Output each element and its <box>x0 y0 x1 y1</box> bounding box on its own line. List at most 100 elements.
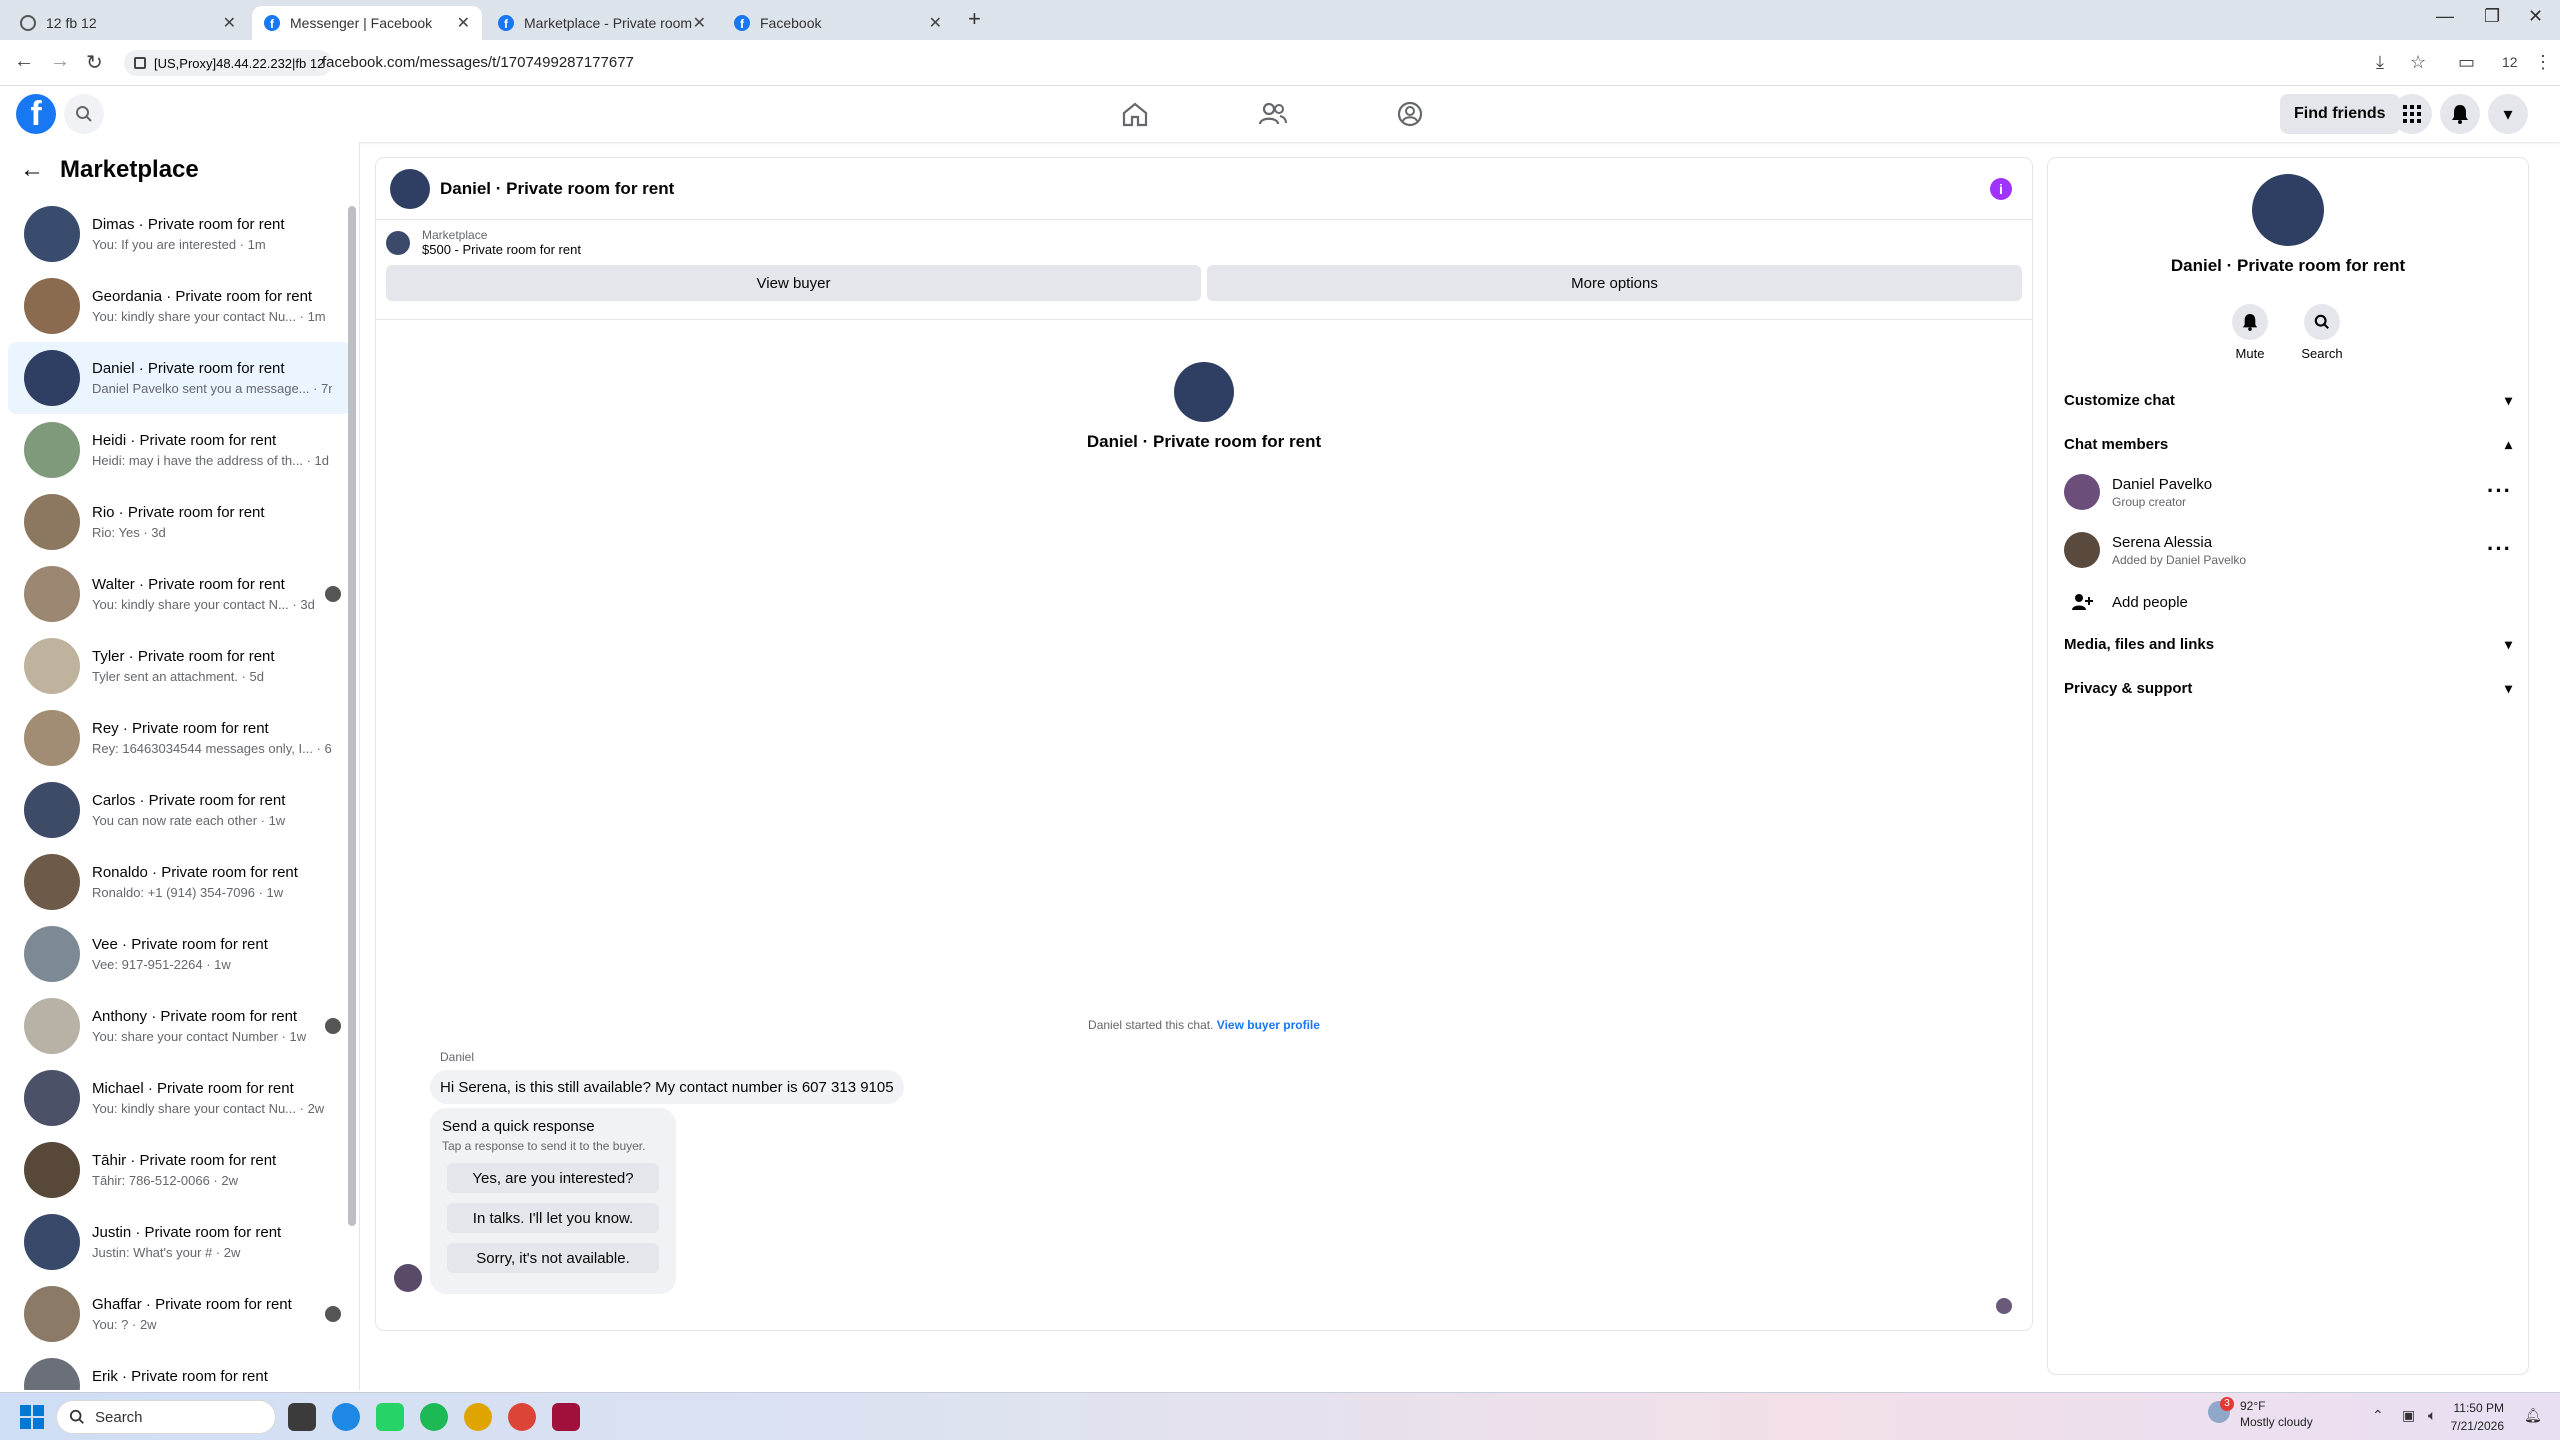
conversation-item[interactable]: Tyler · Private room for rent Tyler sent … <box>8 630 351 702</box>
view-buyer-profile-link[interactable]: View buyer profile <box>1217 1018 1320 1032</box>
taskbar-clock[interactable]: 11:50 PM 7/21/2026 <box>2440 1401 2504 1433</box>
notification-bell-icon[interactable]: 🔔︎ <box>2524 1407 2542 1424</box>
volume-icon[interactable]: 🔈︎ <box>2428 1407 2436 1424</box>
install-icon[interactable]: ⤓ <box>2376 52 2384 73</box>
conversation-item[interactable]: Walter · Private room for rent You: kindl… <box>8 558 351 630</box>
media-files-section[interactable]: Media, files and links ▾ <box>2064 624 2512 664</box>
forward-icon[interactable]: → <box>50 50 70 73</box>
mute-button[interactable]: Mute <box>2220 304 2280 361</box>
listing-price[interactable]: $500 - Private room for rent <box>422 242 581 257</box>
listing-thumbnail[interactable] <box>386 230 410 255</box>
conversation-item[interactable]: Vee · Private room for rent Vee: 917-951-… <box>8 918 351 990</box>
chrome-icon[interactable] <box>508 1403 536 1431</box>
account-dropdown-icon[interactable]: ▾ <box>2488 94 2528 134</box>
facebook-icon: f <box>264 15 280 31</box>
close-icon[interactable]: ✕ <box>929 13 942 33</box>
windows-start-icon[interactable] <box>20 1405 44 1429</box>
conversation-item[interactable]: Anthony · Private room for rent You: shar… <box>8 990 351 1062</box>
conversation-item[interactable]: Ghaffar · Private room for rent You: ? · … <box>8 1278 351 1350</box>
conversation-item[interactable]: Daniel · Private room for rent Daniel Pav… <box>8 342 351 414</box>
browser-profile-icon[interactable] <box>552 1403 580 1431</box>
whatsapp-icon[interactable] <box>376 1403 404 1431</box>
conversation-name: Tāhir · Private room for rent <box>92 1152 277 1169</box>
quick-reply-not-available[interactable]: Sorry, it's not available. <box>447 1243 659 1273</box>
conversation-preview: You: kindly share your contact N... · 3d <box>92 597 315 612</box>
chat-avatar[interactable] <box>390 168 430 209</box>
back-icon[interactable]: ← <box>14 50 34 73</box>
bookmark-star-icon[interactable]: ☆ <box>2410 52 2426 73</box>
network-icon[interactable]: ▣ <box>2402 1407 2415 1424</box>
conversation-item[interactable]: Carlos · Private room for rent You can no… <box>8 774 351 846</box>
friends-icon[interactable] <box>1258 100 1288 128</box>
close-icon[interactable]: ✕ <box>693 13 706 33</box>
tray-chevron-icon[interactable]: ⌃ <box>2372 1407 2384 1424</box>
close-icon[interactable]: ✕ <box>223 13 236 33</box>
menu-grid-icon[interactable] <box>2392 94 2432 134</box>
more-options-icon[interactable]: ··· <box>2487 478 2512 504</box>
browser-menu-icon[interactable]: ⋮ <box>2534 52 2552 73</box>
conversation-avatar <box>24 1358 80 1390</box>
search-in-chat-button[interactable]: Search <box>2292 304 2352 361</box>
edge-icon[interactable] <box>332 1403 360 1431</box>
restore-icon[interactable]: ❐ <box>2484 6 2500 27</box>
facebook-logo-icon[interactable]: f <box>16 94 56 134</box>
chat-header: Daniel · Private room for rent i <box>376 158 2032 220</box>
new-tab-icon[interactable]: + <box>968 6 981 32</box>
profile-label[interactable]: 12 <box>2502 54 2518 70</box>
conversation-avatar <box>24 638 80 694</box>
search-icon[interactable] <box>64 94 104 134</box>
chat-members-section[interactable]: Chat members ▴ <box>2064 424 2512 464</box>
back-arrow-icon[interactable]: ← <box>20 156 44 184</box>
notifications-bell-icon[interactable] <box>2440 94 2480 134</box>
tab-12-fb-12[interactable]: 12 fb 12 ✕ <box>8 6 248 40</box>
member-daniel-pavelko[interactable]: Daniel Pavelko Group creator ··· <box>2064 466 2512 518</box>
spotify-icon[interactable] <box>420 1403 448 1431</box>
conversation-item[interactable]: Geordania · Private room for rent You: ki… <box>8 270 351 342</box>
close-icon[interactable]: ✕ <box>457 13 470 33</box>
conversation-avatar <box>24 1286 80 1342</box>
home-icon[interactable] <box>1120 100 1150 128</box>
taskbar-search[interactable]: Search <box>56 1400 276 1434</box>
quick-reply-in-talks[interactable]: In talks. I'll let you know. <box>447 1203 659 1233</box>
tab-facebook[interactable]: f Facebook ✕ <box>722 6 954 40</box>
conversation-item[interactable]: Dimas · Private room for rent You: If you… <box>8 198 351 270</box>
conversation-item[interactable]: Erik · Private room for rent Erik is wait… <box>8 1350 351 1390</box>
conversation-item[interactable]: Heidi · Private room for rent Heidi: may … <box>8 414 351 486</box>
url-field[interactable]: facebook.com/messages/t/1707499287177677 <box>322 54 634 71</box>
info-icon[interactable]: i <box>1990 178 2012 200</box>
view-buyer-button[interactable]: View buyer <box>386 265 1201 301</box>
search-icon <box>69 1409 84 1424</box>
reload-icon[interactable]: ↻ <box>86 50 103 75</box>
conversation-item[interactable]: Michael · Private room for rent You: kind… <box>8 1062 351 1134</box>
windows-taskbar: Search 3 92°F Mostly cloudy ⌃ ▣ 🔈︎ 11:50… <box>0 1392 2560 1440</box>
conversation-item[interactable]: Tāhir · Private room for rent Tāhir: 786-… <box>8 1134 351 1206</box>
app-icon[interactable] <box>464 1403 492 1431</box>
privacy-support-section[interactable]: Privacy & support ▾ <box>2064 668 2512 708</box>
quick-reply-yes[interactable]: Yes, are you interested? <box>447 1163 659 1193</box>
tab-marketplace[interactable]: f Marketplace - Private room for ✕ <box>486 6 718 40</box>
site-info-chip[interactable]: [US,Proxy]48.44.22.232|fb 12 <box>124 50 333 76</box>
message-bubble[interactable]: Hi Serena, is this still available? My c… <box>430 1070 904 1104</box>
add-people-button[interactable]: Add people <box>2064 582 2188 622</box>
minimize-icon[interactable]: — <box>2436 6 2454 27</box>
sender-avatar[interactable] <box>394 1264 422 1292</box>
window-close-icon[interactable]: ✕ <box>2528 6 2543 27</box>
weather-widget[interactable]: 3 92°F Mostly cloudy <box>2208 1397 2313 1429</box>
file-explorer-icon[interactable] <box>288 1403 316 1431</box>
conversation-avatar <box>24 854 80 910</box>
member-serena-alessia[interactable]: Serena Alessia Added by Daniel Pavelko ·… <box>2064 524 2512 576</box>
profile-icon[interactable] <box>1395 100 1425 128</box>
side-panel-icon[interactable]: ▭ <box>2458 52 2475 73</box>
customize-chat-section[interactable]: Customize chat ▾ <box>2064 380 2512 420</box>
conversation-item[interactable]: Rey · Private room for rent Rey: 16463034… <box>8 702 351 774</box>
conversation-item[interactable]: Justin · Private room for rent Justin: Wh… <box>8 1206 351 1278</box>
sidebar-scrollbar[interactable] <box>348 192 356 1372</box>
details-avatar[interactable] <box>2252 174 2324 246</box>
more-options-button[interactable]: More options <box>1207 265 2022 301</box>
find-friends-button[interactable]: Find friends <box>2280 94 2400 134</box>
more-options-icon[interactable]: ··· <box>2487 536 2512 562</box>
conversation-item[interactable]: Ronaldo · Private room for rent Ronaldo: … <box>8 846 351 918</box>
tab-messenger[interactable]: f Messenger | Facebook ✕ <box>252 6 482 40</box>
conversation-item[interactable]: Rio · Private room for rent Rio: Yes · 3d <box>8 486 351 558</box>
chat-title[interactable]: Daniel · Private room for rent <box>440 179 674 199</box>
